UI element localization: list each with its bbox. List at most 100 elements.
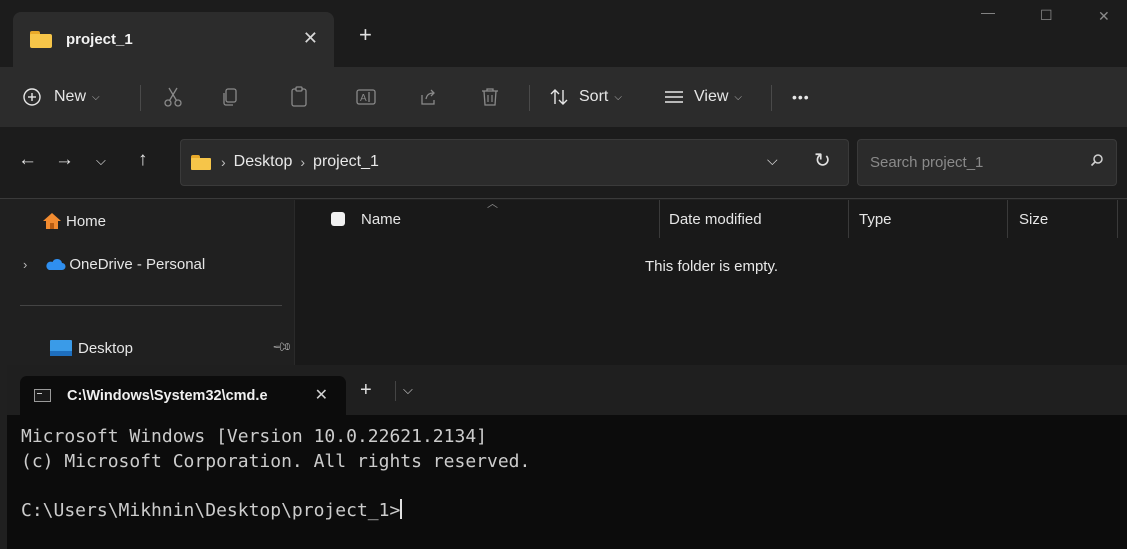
sidebar-item-onedrive[interactable]: › OneDrive - Personal <box>0 247 294 281</box>
terminal-tab-title: C:\Windows\System32\cmd.e <box>67 387 268 404</box>
select-all-checkbox[interactable] <box>331 212 345 226</box>
chevron-down-icon: ⌵ <box>92 91 100 103</box>
toolbar-divider <box>140 85 141 111</box>
column-divider[interactable] <box>848 200 849 238</box>
terminal-line: (c) Microsoft Corporation. All rights re… <box>21 450 531 472</box>
column-type-header[interactable]: Type <box>859 200 892 238</box>
empty-folder-message: This folder is empty. <box>644 258 779 275</box>
chevron-right-icon: › <box>300 154 306 170</box>
sort-ascending-icon: ︿ <box>487 198 498 210</box>
sidebar-item-home[interactable]: Home <box>0 204 294 238</box>
share-button[interactable] <box>418 67 438 127</box>
terminal-window: C:\Windows\System32\cmd.e ✕ + ⌵ Microsof… <box>7 365 1127 549</box>
rename-button[interactable]: A <box>356 67 376 127</box>
navigation-pane: Home › OneDrive - Personal Desktop 📌︎ <box>0 200 294 365</box>
sidebar-item-desktop[interactable]: Desktop 📌︎ <box>0 331 294 365</box>
address-bar-row: ← → ⌵ ↑ › Desktop › project_1 ⌵ ↻ <box>0 127 1127 199</box>
refresh-icon[interactable]: ↻ <box>814 148 831 173</box>
explorer-tab-title: project_1 <box>66 31 133 48</box>
close-tab-icon[interactable]: ✕ <box>303 28 318 49</box>
paste-icon <box>291 86 307 107</box>
new-button[interactable]: New ⌵ <box>22 67 100 127</box>
close-window-button[interactable]: ✕ <box>1098 8 1110 25</box>
column-header-label: Size <box>1019 210 1049 228</box>
sort-button-label: Sort <box>579 88 609 105</box>
sidebar-item-label: OneDrive - Personal <box>69 255 206 273</box>
column-size-header[interactable]: Size <box>1019 200 1048 238</box>
breadcrumb-desktop[interactable]: Desktop <box>234 153 293 171</box>
new-tab-button[interactable]: + <box>360 379 372 402</box>
cut-icon <box>164 87 182 107</box>
pin-icon[interactable]: 📌︎ <box>271 336 293 359</box>
column-divider[interactable] <box>659 200 660 238</box>
folder-icon <box>191 155 211 170</box>
terminal-output[interactable]: Microsoft Windows [Version 10.0.22621.21… <box>21 425 530 523</box>
terminal-prompt-line: C:\Users\Mikhnin\Desktop\project_1> <box>21 498 530 524</box>
sort-button[interactable]: Sort ⌵ <box>549 67 622 127</box>
command-bar: New ⌵ A Sort ⌵ View ⌵ ••• <box>0 67 1127 127</box>
delete-icon <box>482 88 498 106</box>
view-button-label: View <box>694 88 729 105</box>
titlebar-divider <box>395 381 396 401</box>
column-header-label: Name <box>361 210 402 228</box>
terminal-line: Microsoft Windows [Version 10.0.22621.21… <box>21 426 487 447</box>
view-icon <box>665 91 683 103</box>
column-header-label: Type <box>859 210 892 228</box>
column-name-header[interactable]: Name <box>331 200 401 238</box>
sidebar-item-label: Desktop <box>78 339 134 357</box>
more-options-button[interactable]: ••• <box>792 67 810 127</box>
toolbar-divider <box>529 85 530 111</box>
delete-button[interactable] <box>481 67 499 127</box>
close-tab-icon[interactable]: ✕ <box>315 385 328 405</box>
explorer-tab[interactable]: project_1 ✕ <box>13 12 334 67</box>
recent-locations-chevron-icon[interactable]: ⌵ <box>96 153 106 169</box>
search-field[interactable] <box>857 139 1117 186</box>
back-arrow-icon[interactable]: ← <box>18 149 37 171</box>
chevron-right-icon[interactable]: › <box>23 257 27 272</box>
maximize-button[interactable]: ☐ <box>1040 7 1053 24</box>
cloud-icon <box>46 258 66 270</box>
home-icon <box>43 213 61 229</box>
column-header-label: Date modified <box>669 210 762 228</box>
address-history-chevron-icon[interactable]: ⌵ <box>767 152 778 169</box>
view-button[interactable]: View ⌵ <box>664 67 742 127</box>
minimize-button[interactable]: — <box>981 4 995 20</box>
terminal-tab[interactable]: C:\Windows\System32\cmd.e ✕ <box>20 376 346 415</box>
file-list-pane: Name ︿ Date modified Type Size This fold… <box>294 198 1127 365</box>
folder-icon <box>30 31 52 48</box>
search-icon <box>1090 154 1103 167</box>
plus-circle-icon <box>23 88 41 106</box>
breadcrumb: › Desktop › project_1 <box>221 153 379 171</box>
copy-icon <box>223 88 237 106</box>
chevron-down-icon: ⌵ <box>614 91 622 103</box>
up-arrow-icon[interactable]: ↑ <box>138 149 148 171</box>
sidebar-divider <box>20 305 282 306</box>
sort-icon <box>550 89 568 105</box>
column-date-modified-header[interactable]: Date modified <box>669 200 762 238</box>
cut-button[interactable] <box>163 67 183 127</box>
chevron-down-icon: ⌵ <box>734 91 742 103</box>
svg-text:A: A <box>360 93 367 104</box>
terminal-titlebar: C:\Windows\System32\cmd.e ✕ + ⌵ <box>7 365 1127 415</box>
terminal-prompt: C:\Users\Mikhnin\Desktop\project_1> <box>21 499 401 521</box>
desktop-icon <box>50 340 72 356</box>
rename-icon: A <box>356 89 376 105</box>
chevron-right-icon: › <box>221 154 226 170</box>
column-divider[interactable] <box>1007 200 1008 238</box>
text-cursor <box>400 498 403 519</box>
toolbar-divider <box>771 85 772 111</box>
sidebar-item-label: Home <box>66 212 107 230</box>
forward-arrow-icon[interactable]: → <box>55 149 74 171</box>
breadcrumb-project-1[interactable]: project_1 <box>313 153 379 171</box>
new-tab-button[interactable]: + <box>359 24 372 46</box>
share-icon <box>421 89 435 105</box>
column-divider[interactable] <box>1117 200 1118 238</box>
new-button-label: New <box>54 88 87 105</box>
cmd-icon <box>34 389 51 402</box>
address-bar[interactable]: › Desktop › project_1 ⌵ ↻ <box>180 139 849 186</box>
search-input[interactable] <box>870 154 1070 171</box>
copy-button[interactable] <box>221 67 239 127</box>
paste-button[interactable] <box>290 67 308 127</box>
profile-dropdown-chevron-icon[interactable]: ⌵ <box>403 382 413 398</box>
